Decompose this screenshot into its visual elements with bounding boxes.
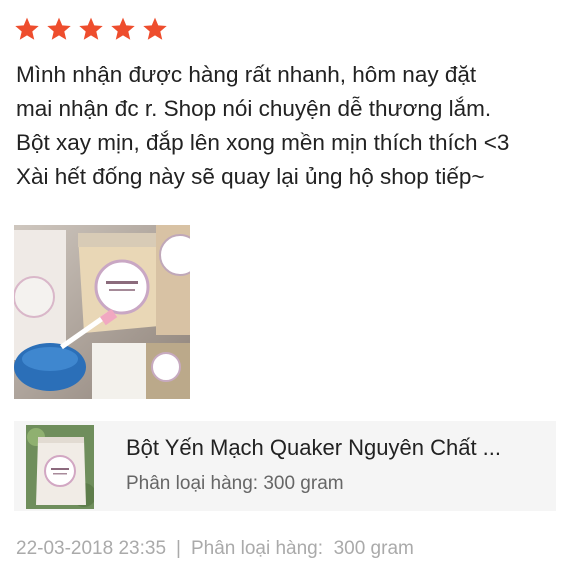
star-icon <box>143 17 167 40</box>
review-date: 22-03-2018 23:35 <box>16 538 167 559</box>
review-line: mai nhận đc r. Shop nói chuyện dễ thương… <box>16 96 492 121</box>
star-rating <box>14 16 168 42</box>
review-line: Bột xay mịn, đắp lên xong mền mịn thích … <box>16 130 510 155</box>
product-photo-icon <box>14 225 190 399</box>
meta-separator: | <box>176 538 181 559</box>
product-variant: Phân loại hàng: 300 gram <box>126 473 344 494</box>
star-icon <box>47 17 71 40</box>
star-icon <box>79 17 103 40</box>
review-meta: 22-03-2018 23:35 | Phân loại hàng: 300 gra… <box>16 538 414 560</box>
product-name: Bột Yến Mạch Quaker Nguyên Chất ... <box>126 435 502 460</box>
product-card[interactable]: Bột Yến Mạch Quaker Nguyên Chất ... Phân… <box>14 421 556 511</box>
review-line: Mình nhận được hàng rất nhanh, hôm nay đ… <box>16 62 477 87</box>
review-text: Mình nhận được hàng rất nhanh, hôm nay đ… <box>16 58 568 194</box>
product-thumbnail <box>26 425 94 509</box>
review-photo[interactable] <box>14 225 190 399</box>
star-icon <box>111 17 135 40</box>
meta-variant-value: 300 gram <box>333 538 414 559</box>
star-icon <box>15 17 39 40</box>
meta-variant-label: Phân loại hàng: <box>190 538 324 559</box>
product-thumbnail-icon <box>26 425 94 509</box>
review-line: Xài hết đống này sẽ quay lại ủng hộ shop… <box>16 164 485 189</box>
